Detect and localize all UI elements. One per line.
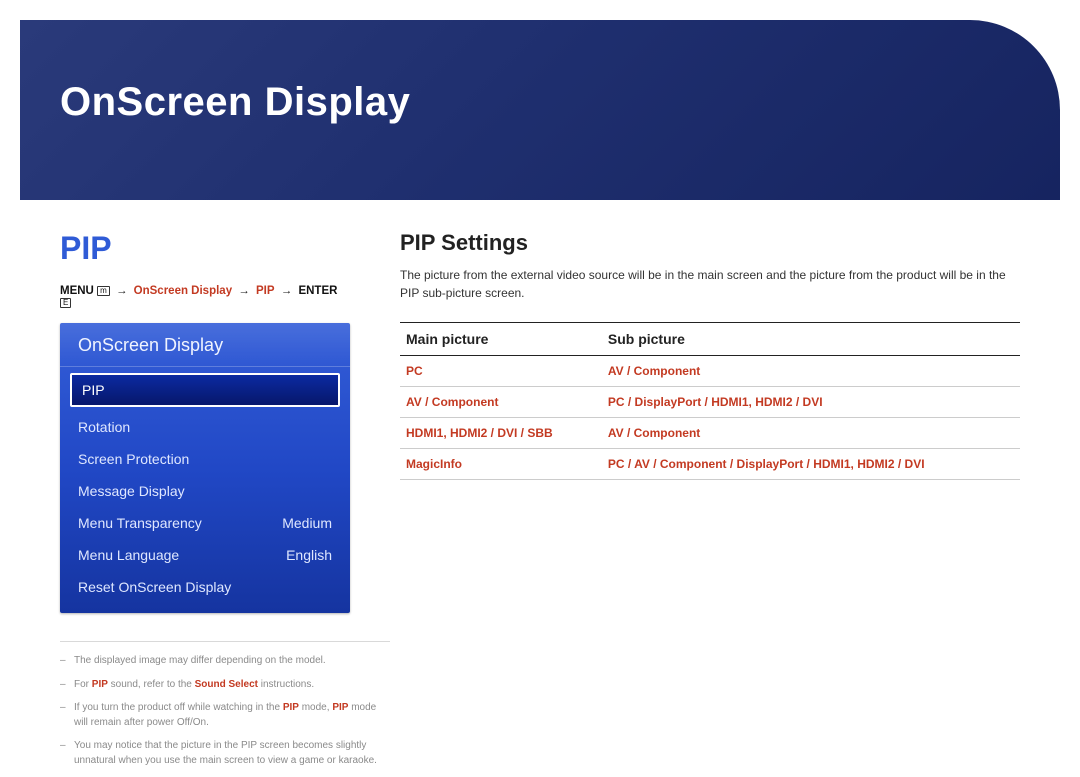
- osd-item-label: Rotation: [78, 419, 130, 435]
- cell-sub: PC / DisplayPort / HDMI1, HDMI2 / DVI: [602, 387, 1020, 418]
- settings-description: The picture from the external video sour…: [400, 266, 1020, 302]
- breadcrumb-seg-pip: PIP: [256, 285, 275, 297]
- arrow-icon: →: [281, 285, 293, 297]
- menu-icon: m: [97, 286, 110, 296]
- footnote-keyword: Sound Select: [195, 679, 258, 690]
- table-row: MagicInfo PC / AV / Component / DisplayP…: [400, 449, 1020, 480]
- osd-item-menu-transparency[interactable]: Menu Transparency Medium: [60, 507, 350, 539]
- cell-main: AV / Component: [400, 387, 602, 418]
- osd-item-label: PIP: [82, 382, 105, 398]
- osd-item-message-display[interactable]: Message Display: [60, 475, 350, 507]
- table-header-row: Main picture Sub picture: [400, 323, 1020, 356]
- column-right: PIP Settings The picture from the extern…: [400, 230, 1020, 480]
- hero-title: OnScreen Display: [60, 80, 1020, 125]
- osd-item-reset[interactable]: Reset OnScreen Display: [60, 571, 350, 603]
- enter-icon: E: [60, 298, 71, 308]
- footnote: If you turn the product off while watchi…: [60, 701, 390, 730]
- breadcrumb: MENU m → OnScreen Display → PIP → ENTER …: [60, 285, 350, 309]
- breadcrumb-seg-onscreen: OnScreen Display: [134, 285, 232, 297]
- footnotes: The displayed image may differ depending…: [60, 641, 390, 768]
- table-row: AV / Component PC / DisplayPort / HDMI1,…: [400, 387, 1020, 418]
- footnote-keyword: PIP: [283, 702, 299, 713]
- osd-item-value: English: [286, 547, 332, 563]
- osd-item-label: Menu Language: [78, 547, 179, 563]
- table-row: PC AV / Component: [400, 356, 1020, 387]
- cell-sub: AV / Component: [602, 418, 1020, 449]
- osd-item-label: Message Display: [78, 483, 185, 499]
- th-main-picture: Main picture: [400, 323, 602, 356]
- osd-item-label: Reset OnScreen Display: [78, 579, 231, 595]
- footnote: For PIP sound, refer to the Sound Select…: [60, 678, 390, 693]
- th-sub-picture: Sub picture: [602, 323, 1020, 356]
- osd-item-pip[interactable]: PIP: [70, 373, 340, 407]
- osd-item-rotation[interactable]: Rotation: [60, 411, 350, 443]
- footnote-text: For: [74, 679, 92, 690]
- section-heading-pip: PIP: [60, 230, 350, 267]
- footnote-keyword: PIP: [332, 702, 348, 713]
- table-row: HDMI1, HDMI2 / DVI / SBB AV / Component: [400, 418, 1020, 449]
- breadcrumb-menu: MENU: [60, 285, 94, 297]
- footnote: The displayed image may differ depending…: [60, 654, 390, 669]
- osd-item-menu-language[interactable]: Menu Language English: [60, 539, 350, 571]
- osd-item-screen-protection[interactable]: Screen Protection: [60, 443, 350, 475]
- osd-menu-panel: OnScreen Display PIP Rotation Screen Pro…: [60, 323, 350, 613]
- pip-sources-table: Main picture Sub picture PC AV / Compone…: [400, 322, 1020, 480]
- cell-main: MagicInfo: [400, 449, 602, 480]
- footnote-text: instructions.: [258, 679, 314, 690]
- footnote: You may notice that the picture in the P…: [60, 739, 390, 768]
- arrow-icon: →: [238, 285, 250, 297]
- column-left: PIP MENU m → OnScreen Display → PIP → EN…: [60, 230, 350, 777]
- settings-heading: PIP Settings: [400, 230, 1020, 256]
- osd-item-value: Medium: [282, 515, 332, 531]
- breadcrumb-enter: ENTER: [298, 285, 337, 297]
- content-area: PIP MENU m → OnScreen Display → PIP → EN…: [60, 230, 1020, 777]
- hero-banner: OnScreen Display: [20, 20, 1060, 200]
- footnote-text: mode,: [299, 702, 332, 713]
- footnote-keyword: PIP: [92, 679, 108, 690]
- cell-main: HDMI1, HDMI2 / DVI / SBB: [400, 418, 602, 449]
- footnote-text: If you turn the product off while watchi…: [74, 702, 283, 713]
- cell-main: PC: [400, 356, 602, 387]
- osd-item-label: Menu Transparency: [78, 515, 202, 531]
- osd-item-label: Screen Protection: [78, 451, 189, 467]
- cell-sub: AV / Component: [602, 356, 1020, 387]
- cell-sub: PC / AV / Component / DisplayPort / HDMI…: [602, 449, 1020, 480]
- footnote-text: sound, refer to the: [108, 679, 195, 690]
- arrow-icon: →: [116, 285, 128, 297]
- osd-menu-header: OnScreen Display: [60, 323, 350, 367]
